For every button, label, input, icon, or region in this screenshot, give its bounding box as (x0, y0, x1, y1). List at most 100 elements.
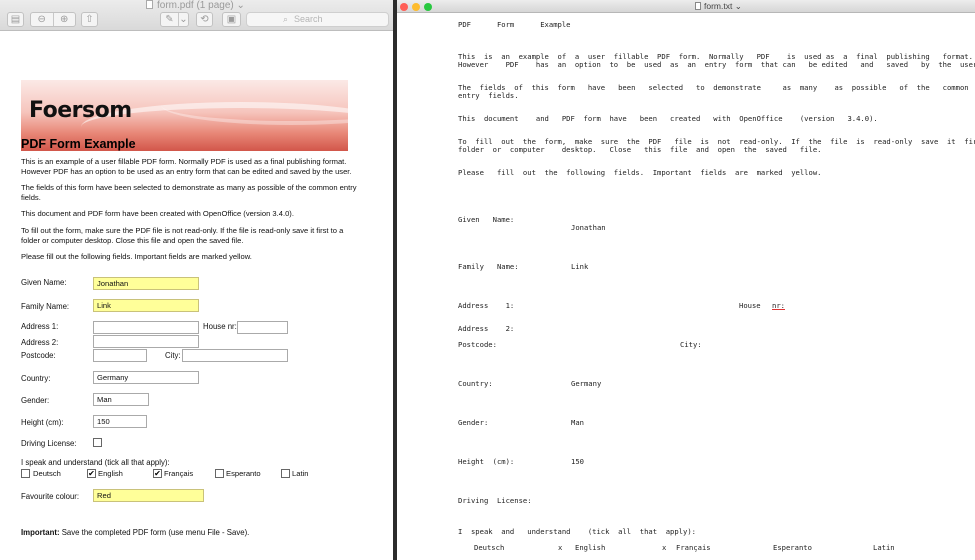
language-checkbox-latin[interactable] (281, 469, 290, 478)
document-icon (695, 2, 701, 10)
language-checkbox-esperanto[interactable] (215, 469, 224, 478)
text-line: Family Name: (458, 262, 519, 271)
text-line: Deutsch (474, 543, 505, 552)
text-value: 150 (571, 457, 584, 466)
family-name-label: Family Name: (21, 302, 70, 311)
text-line: English (575, 543, 606, 552)
text-line: nr: (772, 301, 785, 310)
share-button[interactable]: ⇧ (81, 12, 98, 27)
rotate-icon: ⟲ (200, 14, 209, 25)
postcode-field[interactable] (93, 349, 147, 362)
height-field[interactable]: 150 (93, 415, 147, 428)
chevron-down-icon: ⌄ (236, 0, 245, 11)
footer-note: Important: Save the completed PDF form (… (21, 528, 250, 537)
text-line: House (739, 301, 761, 310)
city-label: City: (165, 351, 181, 360)
toolbox-button[interactable]: ▣ (222, 12, 241, 27)
favourite-colour-label: Favourite colour: (21, 492, 80, 501)
language-label-deutsch: Deutsch (33, 469, 61, 478)
text-line: Gender: (458, 418, 489, 427)
rotate-button[interactable]: ⟲ (196, 12, 213, 27)
family-name-field[interactable]: Link (93, 299, 199, 312)
text-line: Latin (873, 543, 895, 552)
text-line: entry fields. (458, 91, 519, 100)
text-line: The fields of this form have been select… (458, 83, 969, 92)
created-paragraph: This document and PDF form have been cre… (21, 209, 294, 218)
house-nr-field[interactable] (237, 321, 288, 334)
text-line: However PDF has an option to be used as … (458, 60, 975, 69)
pdf-page: Foersom (0, 32, 393, 560)
language-label-esperanto: Esperanto (226, 469, 261, 478)
text-line: x (558, 543, 563, 552)
text-line: folder or computer desktop. Close this f… (458, 145, 822, 154)
text-value: Germany (571, 379, 602, 388)
pen-icon[interactable]: ✎ (161, 13, 179, 26)
text-value: Jonathan (571, 223, 606, 232)
height-label: Height (cm): (21, 418, 64, 427)
city-field[interactable] (182, 349, 288, 362)
text-value: Man (571, 418, 584, 427)
text-line: Driving License: (458, 496, 532, 505)
language-label-francais: Français (164, 469, 194, 478)
intro-paragraph: This is an example of a user fillable PD… (21, 157, 352, 176)
pdf-viewer-window: form.pdf (1 page) ⌄ ▤ ⊖ ⊕ ⇧ ✎ ⌄ ⟲ ▣ ⌕ Sea… (0, 0, 393, 560)
share-icon: ⇧ (85, 14, 94, 25)
address2-field[interactable] (93, 335, 199, 348)
address1-label: Address 1: (21, 322, 59, 331)
text-editor-window: form.txt ⌄ PDF Form Example This is an e… (397, 0, 975, 560)
maximize-button[interactable] (424, 3, 432, 11)
sidebar-icon: ▤ (10, 14, 21, 25)
language-label-latin: Latin (292, 469, 309, 478)
text-window-title[interactable]: form.txt ⌄ (695, 1, 742, 12)
pdf-window-title[interactable]: form.pdf (1 page) ⌄ (146, 0, 245, 11)
languages-label: I speak and understand (tick all that ap… (21, 458, 170, 467)
country-field[interactable]: Germany (93, 371, 199, 384)
search-input[interactable]: ⌕ Search (246, 12, 389, 27)
text-line: Esperanto (773, 543, 812, 552)
given-name-label: Given Name: (21, 278, 67, 287)
zoom-in-icon[interactable]: ⊕ (54, 13, 76, 26)
text-value: Link (571, 262, 589, 271)
text-line: Postcode: (458, 340, 497, 349)
language-checkbox-francais[interactable]: ✔ (153, 469, 162, 478)
fill-out-paragraph: Please fill out the following fields. Im… (21, 252, 252, 261)
zoom-button-group: ⊖ ⊕ (30, 12, 76, 27)
text-line: Height (cm): (458, 457, 515, 466)
markup-button-group: ✎ ⌄ (160, 12, 189, 27)
text-line: Please fill out the following fields. Im… (458, 168, 822, 177)
banner-logo: Foersom (29, 98, 132, 123)
chevron-down-icon: ⌄ (734, 1, 742, 11)
text-line: Country: (458, 379, 493, 388)
driving-license-checkbox[interactable] (93, 438, 102, 447)
address1-field[interactable] (93, 321, 199, 334)
text-line: Given Name: (458, 215, 515, 224)
close-button[interactable] (400, 3, 408, 11)
text-line: x (662, 543, 667, 552)
text-line: This document and PDF form have been cre… (458, 114, 878, 123)
text-line: Address 2: (458, 324, 515, 333)
language-checkbox-english[interactable]: ✔ (87, 469, 96, 478)
zoom-out-icon[interactable]: ⊖ (31, 13, 54, 26)
house-nr-label: House nr: (203, 322, 237, 331)
page-title: PDF Form Example (21, 137, 136, 151)
text-line: City: (680, 340, 702, 349)
text-line: Français (676, 543, 711, 552)
search-icon: ⌕ (283, 14, 289, 24)
postcode-label: Postcode: (21, 351, 56, 360)
gender-label: Gender: (21, 396, 50, 405)
minimize-button[interactable] (412, 3, 420, 11)
sidebar-toggle-button[interactable]: ▤ (7, 12, 24, 27)
address2-label: Address 2: (21, 338, 59, 347)
text-line: Address 1: (458, 301, 515, 310)
favourite-colour-field[interactable]: Red (93, 489, 204, 502)
document-icon (146, 0, 153, 9)
language-checkbox-deutsch[interactable] (21, 469, 30, 478)
language-label-english: English (98, 469, 123, 478)
toolbox-icon: ▣ (226, 14, 237, 25)
text-line: PDF Form Example (458, 20, 571, 29)
text-editor-titlebar: form.txt ⌄ (397, 0, 975, 13)
gender-field[interactable]: Man (93, 393, 149, 406)
chevron-down-icon[interactable]: ⌄ (179, 13, 188, 26)
pdf-toolbar: form.pdf (1 page) ⌄ ▤ ⊖ ⊕ ⇧ ✎ ⌄ ⟲ ▣ ⌕ Sea… (0, 0, 393, 31)
given-name-field[interactable]: Jonathan (93, 277, 199, 290)
